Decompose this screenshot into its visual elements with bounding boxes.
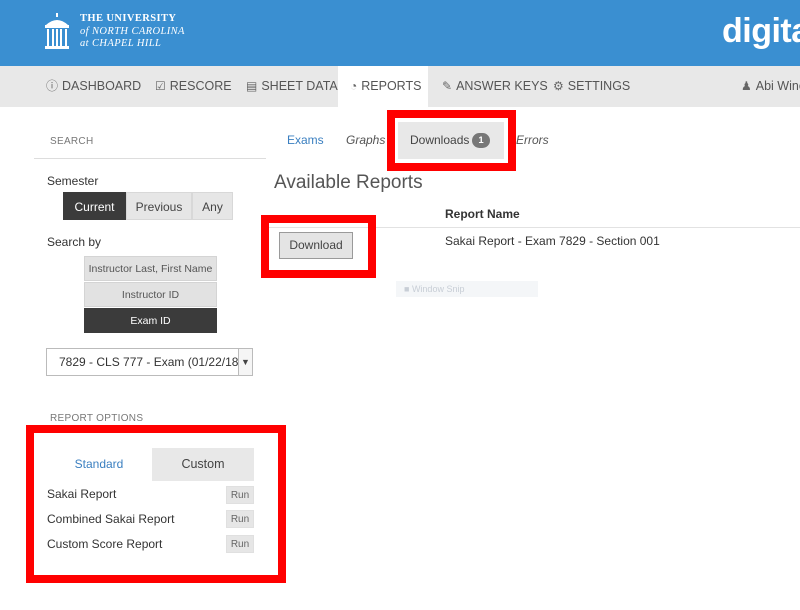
app-header: THE UNIVERSITY of NORTH CAROLINA at CHAP…: [0, 0, 800, 66]
search-by-instructor-id-button[interactable]: Instructor ID: [84, 282, 217, 307]
nav-answer-keys[interactable]: ✎ ANSWER KEYS: [442, 66, 548, 107]
nav-label: RESCORE: [169, 79, 232, 93]
nav-sheet-data[interactable]: ▤ SHEET DATA: [246, 66, 338, 107]
search-by-label: Search by: [47, 235, 102, 249]
brand-logo[interactable]: digital: [722, 12, 800, 51]
search-heading: SEARCH: [50, 136, 94, 147]
nav-label: REPORTS: [361, 79, 422, 93]
university-logo[interactable]: THE UNIVERSITY of NORTH CAROLINA at CHAP…: [44, 13, 185, 51]
highlight-box-download-button: [261, 215, 376, 278]
nav-settings[interactable]: ⚙ SETTINGS: [553, 66, 630, 107]
tab-graphs[interactable]: Graphs: [346, 133, 385, 147]
tab-errors[interactable]: Errors: [516, 133, 549, 147]
exam-select-value: 7829 - CLS 777 - Exam (01/22/18: [59, 355, 239, 369]
chevron-down-icon[interactable]: ▼: [238, 349, 252, 375]
highlight-box-downloads: [387, 110, 516, 171]
search-by-exam-id-button[interactable]: Exam ID: [84, 308, 217, 333]
document-icon: ▤: [246, 79, 258, 93]
university-line-1: THE UNIVERSITY: [80, 13, 177, 24]
highlight-box-report-options: [26, 425, 286, 583]
main-nav: ⓘ DASHBOARD ☑ RESCORE ▤ SHEET DATA ◔ REPORTS…: [0, 66, 800, 107]
semester-current-button[interactable]: Current: [63, 192, 126, 220]
semester-any-button[interactable]: Any: [192, 192, 233, 220]
search-by-instructor-name-button[interactable]: Instructor Last, First Name: [84, 256, 217, 281]
info-circle-icon: ⓘ: [46, 79, 59, 93]
pencil-icon: ✎: [442, 79, 453, 93]
report-options-heading: REPORT OPTIONS: [50, 413, 144, 424]
nav-label: SETTINGS: [567, 79, 631, 93]
window-snip-label: Window Snip: [411, 284, 465, 294]
page-title: Available Reports: [274, 172, 423, 193]
pie-chart-icon: ◔: [350, 79, 358, 93]
report-name-cell: Sakai Report - Exam 7829 - Section 001: [445, 234, 660, 248]
user-menu[interactable]: ♟Abi Wine: [741, 66, 800, 107]
nav-label: DASHBOARD: [62, 79, 142, 93]
tab-exams[interactable]: Exams: [287, 133, 324, 147]
semester-previous-button[interactable]: Previous: [126, 192, 192, 220]
university-name: THE UNIVERSITY of NORTH CAROLINA at CHAP…: [80, 13, 185, 51]
nav-label: SHEET DATA: [261, 79, 338, 93]
nav-label: ANSWER KEYS: [456, 79, 548, 93]
window-snip-overlay: ■ Window Snip: [396, 281, 538, 297]
user-icon: ♟: [741, 79, 752, 93]
nav-dashboard[interactable]: ⓘ DASHBOARD: [46, 66, 141, 107]
nav-reports[interactable]: ◔ REPORTS: [338, 66, 428, 107]
check-square-icon: ☑: [155, 79, 166, 93]
exam-select[interactable]: 7829 - CLS 777 - Exam (01/22/18 ▼: [46, 348, 253, 376]
university-line-2: of NORTH CAROLINA: [80, 25, 185, 37]
gear-icon: ⚙: [553, 79, 564, 93]
divider: [34, 158, 266, 159]
old-well-logo-icon: [45, 13, 69, 49]
user-name: Abi Wine: [755, 79, 800, 93]
nav-rescore[interactable]: ☑ RESCORE: [155, 66, 232, 107]
university-line-3: at CHAPEL HILL: [80, 38, 162, 49]
report-name-column-header: Report Name: [445, 207, 520, 221]
snip-icon: ■: [404, 284, 412, 294]
semester-label: Semester: [47, 174, 99, 188]
